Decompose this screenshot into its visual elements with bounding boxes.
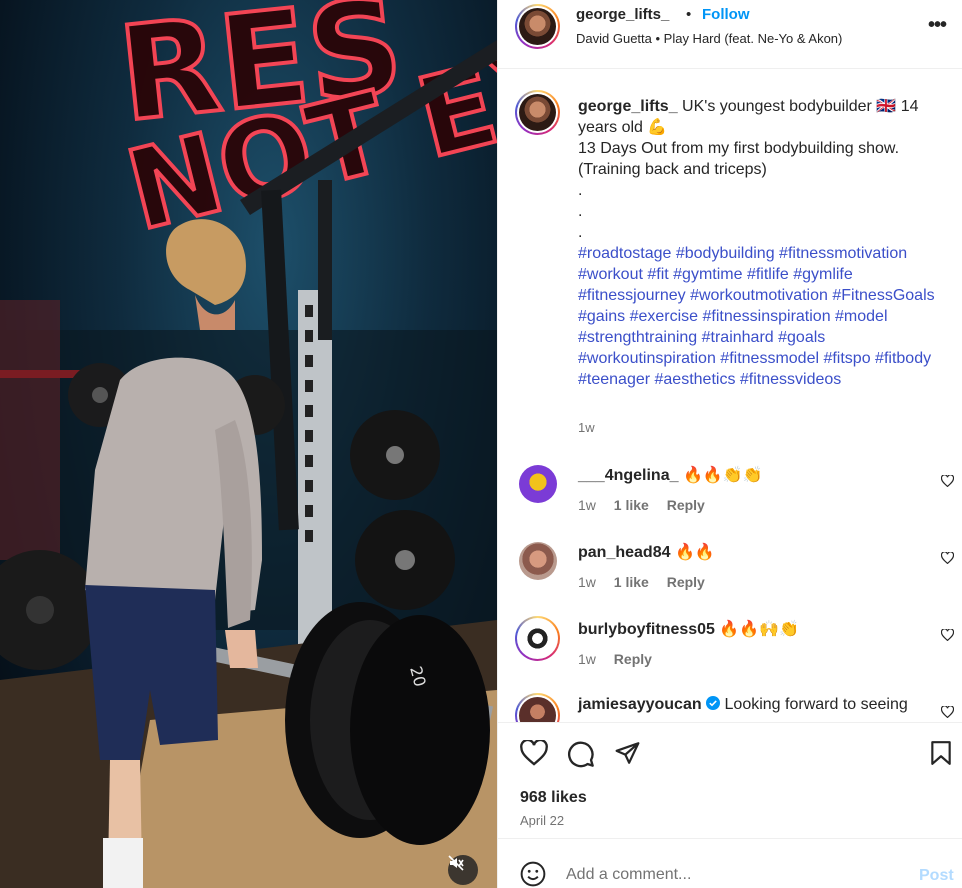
post-media[interactable]: RES NOT EXCU 20: [0, 0, 497, 888]
separator-dot: •: [686, 6, 692, 23]
likes-count[interactable]: 968 likes: [520, 789, 587, 807]
comment-likes[interactable]: 1 like: [614, 574, 649, 590]
speaker-muted-icon: [448, 855, 464, 871]
save-bookmark-icon[interactable]: [930, 740, 952, 766]
more-options-icon[interactable]: •••: [928, 14, 947, 37]
post-panel: george_lifts_ • Follow David Guetta • Pl…: [497, 0, 962, 888]
comment-input[interactable]: [566, 863, 896, 887]
add-comment-bar: Post: [498, 838, 962, 888]
comment-username[interactable]: burlyboyfitness05: [578, 621, 715, 638]
emoji-smile-icon[interactable]: [520, 861, 546, 887]
like-comment-heart-icon[interactable]: [941, 629, 954, 641]
like-comment-heart-icon[interactable]: [941, 552, 954, 564]
comment-username[interactable]: jamiesayyoucan: [578, 696, 702, 713]
caption-dot: .: [578, 203, 583, 220]
post-date[interactable]: April 22: [520, 813, 564, 828]
caption-dot: .: [578, 182, 583, 199]
comment-time[interactable]: 1w: [578, 651, 596, 667]
caption-text-line2: 13 Days Out from my first bodybuilding s…: [578, 140, 900, 178]
commenter-avatar[interactable]: [519, 465, 557, 503]
comment-text: 🔥🔥🙌👏: [719, 621, 800, 638]
post-actions: 968 likes April 22: [498, 722, 962, 838]
mute-button[interactable]: [448, 855, 478, 885]
reply-button[interactable]: Reply: [614, 651, 652, 667]
commenter-avatar[interactable]: [515, 616, 560, 661]
commenter-avatar[interactable]: [519, 542, 557, 580]
caption-dot: .: [578, 224, 583, 241]
reply-button[interactable]: Reply: [667, 574, 705, 590]
audio-track-link[interactable]: David Guetta • Play Hard (feat. Ne-Yo & …: [576, 31, 842, 46]
comment-item: burlyboyfitness05 🔥🔥🙌👏 1w Reply: [498, 616, 962, 689]
comment-text: 🔥🔥👏👏: [682, 467, 763, 484]
comment-item: pan_head84 🔥🔥 1w 1 like Reply: [498, 542, 962, 612]
comment-username[interactable]: ___4ngelina_: [578, 467, 679, 484]
gym-photo: RES NOT EXCU 20: [0, 0, 497, 888]
follow-button[interactable]: Follow: [702, 6, 750, 23]
author-avatar[interactable]: [515, 4, 560, 49]
caption-timestamp[interactable]: 1w: [578, 420, 595, 435]
like-comment-heart-icon[interactable]: [941, 706, 954, 718]
like-heart-icon[interactable]: [520, 740, 548, 766]
author-username[interactable]: george_lifts_: [576, 6, 669, 23]
comment-bubble-icon[interactable]: [567, 740, 595, 768]
reply-button[interactable]: Reply: [667, 497, 705, 513]
post-caption: george_lifts_ UK's youngest bodybuilder …: [578, 96, 943, 390]
verified-badge-icon: [706, 696, 721, 710]
like-comment-heart-icon[interactable]: [941, 475, 954, 487]
comment-username[interactable]: pan_head84: [578, 544, 670, 561]
comment-text: Looking forward to seeing: [724, 696, 908, 713]
comment-item: jamiesayyoucan Looking forward to seeing: [498, 693, 962, 722]
commenter-avatar[interactable]: [515, 693, 560, 722]
comment-likes[interactable]: 1 like: [614, 497, 649, 513]
post-comment-button[interactable]: Post: [919, 867, 954, 885]
comment-time[interactable]: 1w: [578, 574, 596, 590]
comment-text: 🔥🔥: [674, 544, 715, 561]
share-send-icon[interactable]: [614, 740, 641, 766]
caption-username[interactable]: george_lifts_: [578, 98, 678, 115]
comment-time[interactable]: 1w: [578, 497, 596, 513]
caption-author-avatar[interactable]: [515, 90, 560, 135]
caption-hashtags[interactable]: #roadtostage #bodybuilding #fitnessmotiv…: [578, 245, 935, 388]
comment-item: ___4ngelina_ 🔥🔥👏👏 1w 1 like Reply: [498, 465, 962, 535]
post-header: george_lifts_ • Follow David Guetta • Pl…: [498, 0, 962, 69]
comments-list[interactable]: george_lifts_ UK's youngest bodybuilder …: [498, 70, 962, 722]
